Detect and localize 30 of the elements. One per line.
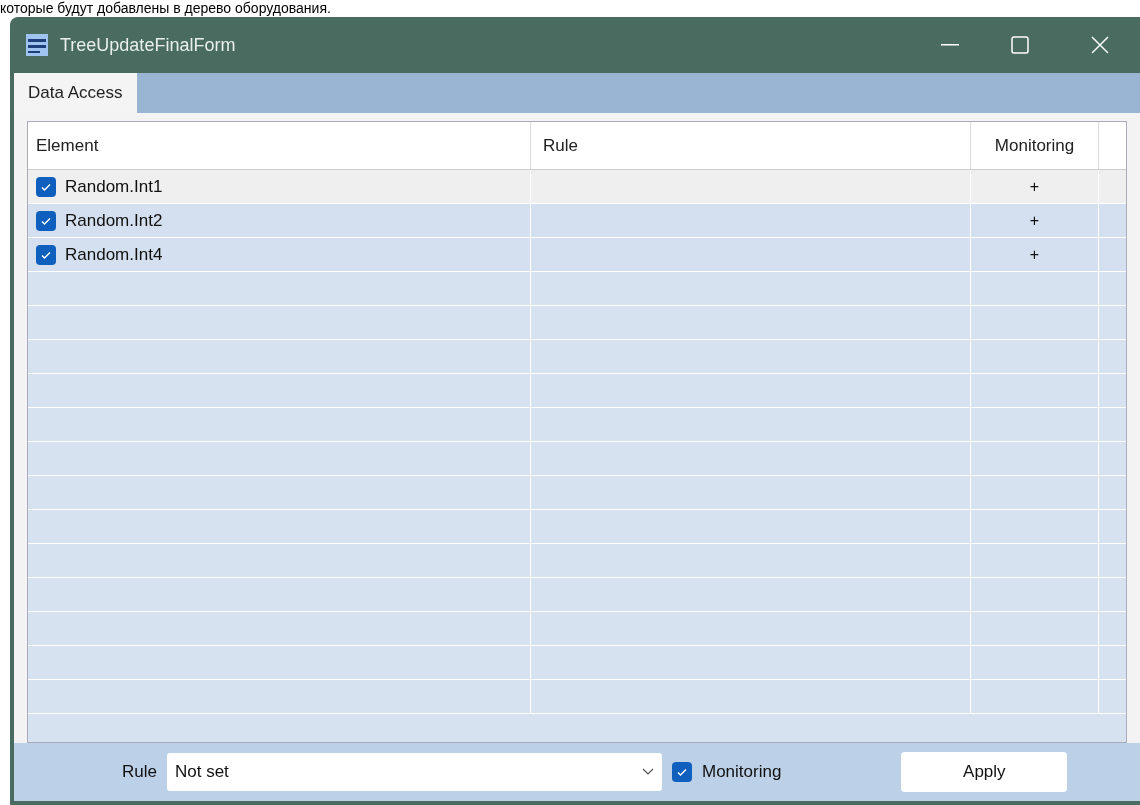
element-name: Random.Int4 <box>65 243 163 266</box>
check-icon <box>675 766 688 778</box>
monitoring-label: Monitoring <box>701 761 782 784</box>
minimize-icon <box>941 44 959 46</box>
tab[interactable]: Data Access <box>14 73 137 113</box>
rule-label: Rule <box>122 761 157 784</box>
column-header[interactable]: Element <box>28 122 531 169</box>
apply-button[interactable]: Apply <box>901 752 1068 792</box>
chevron-down-icon <box>641 768 654 776</box>
rule-dropdown[interactable]: Not set <box>166 753 662 791</box>
window-title: TreeUpdateFinalForm <box>60 33 236 57</box>
monitoring-cell-text: + <box>1029 176 1040 197</box>
monitoring-cell-text: + <box>1029 210 1040 231</box>
column-header[interactable]: Monitoring <box>971 122 1099 169</box>
column-header[interactable]: Rule <box>531 122 971 169</box>
checkbox[interactable] <box>36 244 56 265</box>
checkbox[interactable] <box>36 176 56 197</box>
caption-text: которые будут добавлены в дерево оборудования. <box>0 0 331 17</box>
checkbox[interactable] <box>36 210 56 231</box>
table-row[interactable]: Random.Int1 + <box>28 170 1126 204</box>
monitoring-cell-text: + <box>1029 244 1040 265</box>
element-name: Random.Int2 <box>65 209 163 232</box>
checkbox[interactable] <box>671 762 692 782</box>
maximize-icon <box>1011 36 1029 54</box>
close-icon <box>1091 36 1109 54</box>
table-row[interactable]: Random.Int2 + <box>28 204 1126 238</box>
app-icon <box>26 34 48 56</box>
element-name: Random.Int1 <box>65 175 163 198</box>
table-row[interactable]: Random.Int4 + <box>28 238 1126 272</box>
rule-value: Not set <box>174 761 230 784</box>
